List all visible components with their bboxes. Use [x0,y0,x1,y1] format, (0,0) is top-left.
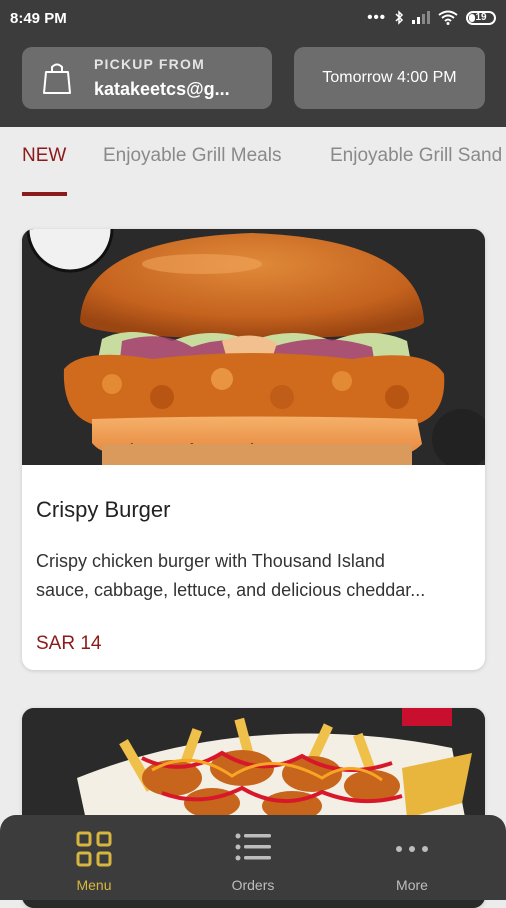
nav-menu-label: Menu [76,877,112,893]
pickup-location-button[interactable]: PICKUP FROM katakeetcs@g... [22,47,272,109]
tab-enjoyable-grill-sandwiches[interactable]: Enjoyable Grill Sand [330,145,502,167]
item-description-line: sauce, cabbage, lettuce, and delicious c… [36,580,426,600]
item-photo [22,229,485,465]
more-dots-icon [396,846,428,852]
menu-item-card[interactable]: Crispy Burger Crispy chicken burger with… [22,229,485,670]
item-price: SAR 14 [36,633,102,654]
status-bar: 8:49 PM ••• 19 [0,0,506,36]
tab-enjoyable-grill-meals[interactable]: Enjoyable Grill Meals [103,145,281,167]
nav-menu[interactable]: Menu [10,815,178,900]
nav-orders-label: Orders [231,877,275,893]
status-time: 8:49 PM [10,10,67,27]
shopping-bag-icon [43,63,71,94]
top-header: 8:49 PM ••• 19 PICKUP FROM katakeetcs@g.… [0,0,506,127]
pickup-value: katakeetcs@g... [94,79,230,99]
more-dots-icon: ••• [367,9,386,26]
item-description: Crispy chicken burger with Thousand Isla… [36,547,476,605]
signal-icon [412,11,430,24]
bottom-navigation: Menu Orders More [0,815,506,900]
nav-more[interactable]: More [328,815,496,900]
list-icon [235,833,271,861]
grid-icon [76,831,112,867]
nav-more-label: More [396,877,428,893]
item-name: Crispy Burger [36,497,171,522]
pickup-time-button[interactable]: Tomorrow 4:00 PM [294,47,485,109]
item-description-line: Crispy chicken burger with Thousand Isla… [36,551,385,571]
bluetooth-icon [395,10,404,25]
battery-icon: 19 [466,10,496,25]
battery-level: 19 [475,12,487,23]
active-tab-indicator [22,192,67,196]
category-tabs: NEW Enjoyable Grill Meals Enjoyable Gril… [0,127,506,197]
pickup-time-label: Tomorrow 4:00 PM [322,69,457,86]
tab-new[interactable]: NEW [22,145,66,167]
status-icons: ••• 19 [367,9,496,26]
wifi-icon [438,10,458,25]
pickup-label: PICKUP FROM [94,56,205,72]
nav-orders[interactable]: Orders [169,815,337,900]
